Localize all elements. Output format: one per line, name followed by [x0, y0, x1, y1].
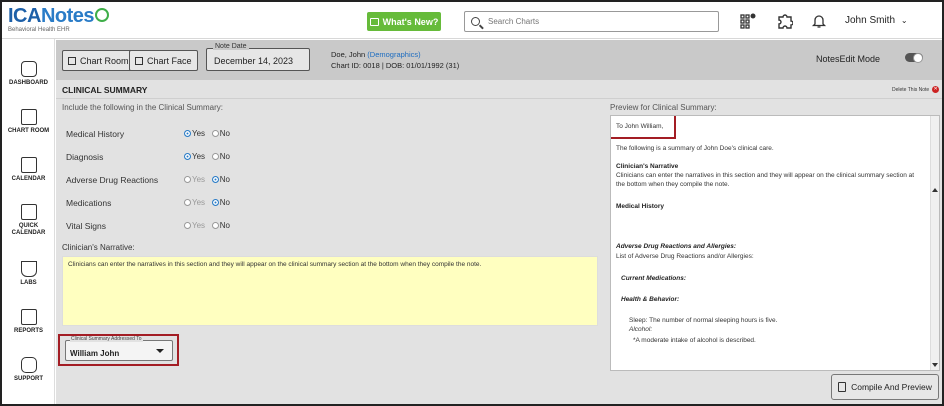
radio-yes[interactable]: Yes [184, 152, 205, 161]
support-icon [20, 357, 37, 373]
patient-info: Doe, John (Demographics) Chart ID: 0018 … [331, 50, 460, 70]
notes-edit-mode-toggle[interactable] [905, 52, 923, 63]
icanotes-logo[interactable]: ICANotes Behavioral Health EHR [8, 6, 110, 34]
radio-no[interactable]: No [211, 221, 230, 230]
clinical-summary-panel: CLINICAL SUMMARY Delete This Note ✕ Incl… [56, 80, 942, 404]
chevron-down-icon: ⌄ [900, 16, 908, 25]
calendar-icon [20, 157, 37, 173]
sidebar-item-dashboard[interactable]: DASHBOARD [2, 61, 55, 87]
whats-new-button[interactable]: What's New? [367, 12, 441, 31]
radio-yes[interactable]: Yes [184, 221, 205, 230]
radio-no[interactable]: No [211, 198, 230, 207]
quick-calendar-icon [20, 204, 37, 220]
notes-edit-mode-label: NotesEdit Mode [816, 54, 881, 64]
include-label: Include the following in the Clinical Su… [62, 103, 223, 112]
scroll-down-icon[interactable] [932, 363, 938, 367]
row-diagnosis: Diagnosis Yes No [66, 152, 230, 162]
sidebar-item-support[interactable]: SUPPORT [2, 357, 55, 383]
row-medical-history: Medical History Yes No [66, 129, 230, 139]
sidebar-item-quick-calendar[interactable]: QUICK CALENDAR [2, 204, 55, 237]
user-menu[interactable]: John Smith ⌄ [845, 15, 908, 26]
narrative-label: Clinician's Narrative: [62, 243, 135, 252]
sidebar-item-calendar[interactable]: CALENDAR [2, 157, 55, 183]
document-icon [838, 382, 847, 392]
top-header: ICANotes Behavioral Health EHR What's Ne… [2, 2, 942, 39]
close-icon: ✕ [932, 86, 940, 93]
note-date-field[interactable]: Note Date December 14, 2023 [206, 43, 310, 71]
app-window: ICANotes Behavioral Health EHR What's Ne… [0, 0, 944, 406]
row-adverse-drug-reactions: Adverse Drug Reactions Yes No [66, 175, 230, 185]
left-sidebar: DASHBOARD CHART ROOM CALENDAR QUICK CALE… [2, 39, 55, 404]
section-title: CLINICAL SUMMARY [62, 85, 148, 95]
chart-face-icon [135, 56, 143, 65]
radio-yes[interactable]: Yes [184, 198, 205, 207]
sidebar-item-chart-room[interactable]: CHART ROOM [2, 109, 55, 135]
dashboard-icon [20, 61, 37, 77]
radio-no[interactable]: No [211, 175, 230, 184]
narrative-textarea[interactable]: Clinicians can enter the narratives in t… [62, 256, 598, 326]
radio-yes[interactable]: Yes [184, 175, 205, 184]
sidebar-item-labs[interactable]: LABS [2, 261, 55, 287]
task-grid-icon[interactable] [739, 12, 757, 30]
reports-icon [20, 309, 37, 325]
radio-yes[interactable]: Yes [184, 129, 205, 138]
note-toolbar: Chart Room Chart Face Note Date December… [56, 40, 942, 80]
addressed-to-highlight: Clinical Summary Addressed To William Jo… [58, 334, 179, 366]
scroll-up-icon[interactable] [932, 188, 938, 192]
addressed-to-select[interactable]: Clinical Summary Addressed To William Jo… [65, 336, 173, 361]
bell-icon[interactable] [810, 12, 828, 30]
preview-pane: To John William, The following is a summ… [610, 115, 940, 371]
to-line-highlight [611, 116, 676, 139]
gift-icon [369, 17, 379, 26]
logo-plus-icon [95, 8, 110, 22]
flask-icon [20, 261, 37, 277]
compile-and-preview-button[interactable]: Compile And Preview [831, 374, 939, 400]
row-vital-signs: Vital Signs Yes No [66, 221, 230, 231]
chart-room-button[interactable]: Chart Room [62, 50, 135, 71]
logo-subtitle: Behavioral Health EHR [8, 27, 70, 33]
demographics-link[interactable]: (Demographics) [367, 50, 420, 59]
caret-down-icon [156, 349, 164, 353]
delete-note-button[interactable]: Delete This Note ✕ [892, 86, 940, 93]
sidebar-item-reports[interactable]: REPORTS [2, 309, 55, 335]
search-charts[interactable] [464, 11, 719, 32]
preview-scrollbar[interactable] [930, 116, 939, 370]
radio-no[interactable]: No [211, 129, 230, 138]
row-medications: Medications Yes No [66, 198, 230, 208]
search-icon [471, 17, 480, 26]
chart-room-icon [20, 109, 37, 125]
search-input[interactable] [486, 16, 686, 27]
puzzle-icon[interactable] [776, 12, 794, 30]
radio-no[interactable]: No [211, 152, 230, 161]
chart-room-icon [68, 56, 76, 65]
preview-label: Preview for Clinical Summary: [610, 103, 717, 112]
chart-face-button[interactable]: Chart Face [129, 50, 198, 71]
